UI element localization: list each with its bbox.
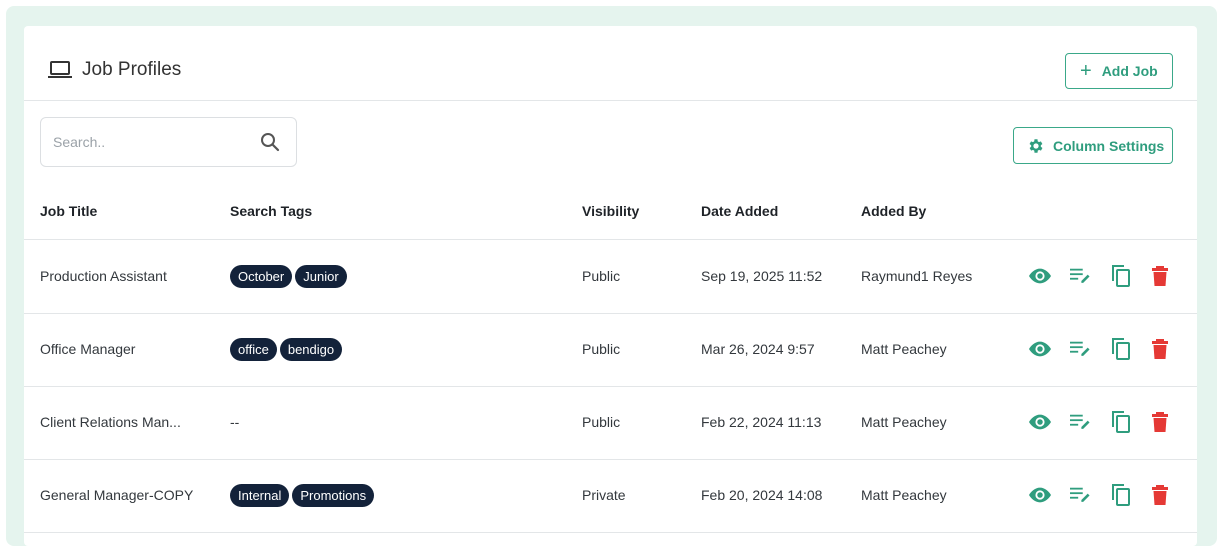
- column-header-visibility[interactable]: Visibility: [582, 203, 639, 219]
- visibility-cell: Public: [582, 341, 621, 357]
- search-tags-cell: office bendigo: [230, 338, 343, 361]
- delete-icon[interactable]: [1148, 483, 1172, 507]
- job-title-cell: General Manager-COPY: [40, 487, 194, 503]
- column-header-job-title[interactable]: Job Title: [40, 203, 97, 219]
- search-tags-cell: October Junior: [230, 265, 347, 288]
- column-settings-button[interactable]: Column Settings: [1013, 127, 1173, 164]
- edit-notes-icon[interactable]: [1068, 483, 1092, 507]
- plus-icon: +: [1080, 60, 1092, 82]
- job-title-cell: Production Assistant: [40, 268, 167, 284]
- edit-notes-icon[interactable]: [1068, 264, 1092, 288]
- delete-icon[interactable]: [1148, 264, 1172, 288]
- eye-icon[interactable]: [1028, 337, 1052, 361]
- date-added-cell: Feb 20, 2024 14:08: [701, 487, 823, 503]
- gear-icon: [1029, 138, 1043, 153]
- copy-icon[interactable]: [1108, 264, 1132, 288]
- search-input[interactable]: [53, 132, 253, 152]
- copy-icon[interactable]: [1108, 337, 1132, 361]
- card-header: Job Profiles + Add Job: [24, 26, 1197, 101]
- column-header-search-tags[interactable]: Search Tags: [230, 203, 312, 219]
- row-actions: [1028, 410, 1172, 434]
- table-row[interactable]: General Manager-COPY Internal Promotions Pr…: [24, 460, 1197, 533]
- tag-badge: office: [230, 338, 277, 361]
- table-header: Job Title Search Tags Visibility Date Ad…: [24, 186, 1197, 240]
- row-actions: [1028, 483, 1172, 507]
- added-by-cell: Raymund1 Reyes: [861, 268, 973, 284]
- added-by-cell: Matt Peachey: [861, 414, 947, 430]
- table-row[interactable]: Production Assistant October Junior Public S…: [24, 241, 1197, 314]
- edit-notes-icon[interactable]: [1068, 337, 1092, 361]
- tag-badge: Promotions: [292, 484, 375, 507]
- eye-icon[interactable]: [1028, 410, 1052, 434]
- added-by-cell: Matt Peachey: [861, 487, 947, 503]
- visibility-cell: Private: [582, 487, 626, 503]
- table-row[interactable]: Office Manager office bendigo Public Mar 26,…: [24, 314, 1197, 387]
- eye-icon[interactable]: [1028, 264, 1052, 288]
- column-header-date-added[interactable]: Date Added: [701, 203, 778, 219]
- page-title: Job Profiles: [82, 59, 182, 80]
- row-actions: [1028, 264, 1172, 288]
- add-job-label: Add Job: [1101, 63, 1158, 79]
- column-settings-label: Column Settings: [1053, 137, 1165, 154]
- date-added-cell: Feb 22, 2024 11:13: [701, 414, 822, 430]
- eye-icon[interactable]: [1028, 483, 1052, 507]
- add-job-button[interactable]: + Add Job: [1065, 53, 1173, 89]
- tag-badge: Junior: [295, 265, 347, 288]
- tag-badge: bendigo: [279, 338, 343, 361]
- delete-icon[interactable]: [1148, 337, 1172, 361]
- delete-icon[interactable]: [1148, 410, 1172, 434]
- job-title-cell: Client Relations Man...: [40, 414, 181, 430]
- visibility-cell: Public: [582, 414, 621, 430]
- column-header-added-by[interactable]: Added By: [861, 203, 926, 219]
- copy-icon[interactable]: [1108, 410, 1132, 434]
- date-added-cell: Mar 26, 2024 9:57: [701, 341, 815, 357]
- job-title-cell: Office Manager: [40, 341, 136, 357]
- search-tags-cell: --: [230, 411, 239, 430]
- visibility-cell: Public: [582, 268, 621, 284]
- tag-badge: October: [230, 265, 293, 288]
- edit-notes-icon[interactable]: [1068, 410, 1092, 434]
- job-profiles-card: Job Profiles + Add Job Column Settings J…: [24, 26, 1197, 546]
- laptop-icon: [48, 61, 72, 78]
- search-box[interactable]: [40, 117, 297, 167]
- added-by-cell: Matt Peachey: [861, 341, 947, 357]
- search-icon[interactable]: [260, 132, 280, 152]
- empty-tags-text: --: [230, 414, 240, 430]
- table-row[interactable]: Client Relations Man... -- Public Feb 22, 2…: [24, 387, 1197, 460]
- date-added-cell: Sep 19, 2025 11:52: [701, 268, 823, 284]
- row-actions: [1028, 337, 1172, 361]
- tag-badge: Internal: [230, 484, 290, 507]
- search-tags-cell: Internal Promotions: [230, 484, 375, 507]
- copy-icon[interactable]: [1108, 483, 1132, 507]
